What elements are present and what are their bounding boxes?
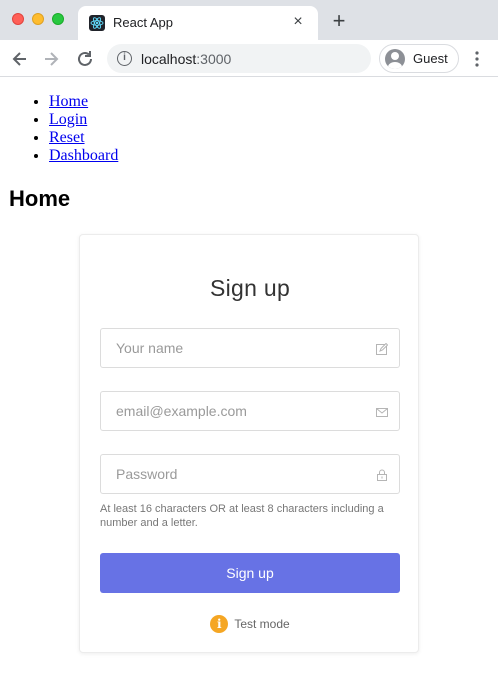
react-logo-icon [89, 15, 105, 31]
info-warning-icon: i [210, 615, 229, 633]
reset-link[interactable]: Reset [49, 129, 85, 146]
tab-title: React App [113, 15, 173, 30]
signup-card: Sign up At least 16 characters OR at lea… [79, 234, 419, 653]
new-tab-button[interactable]: + [328, 10, 350, 32]
test-mode-label: Test mode [234, 617, 290, 631]
reload-icon[interactable] [74, 48, 96, 70]
url-host: localhost [141, 51, 197, 67]
email-field [100, 391, 400, 431]
login-link[interactable]: Login [49, 111, 87, 128]
page-title: Home [9, 186, 71, 211]
edit-icon [376, 342, 389, 355]
maximize-window-button[interactable] [52, 13, 64, 25]
lock-icon [376, 468, 388, 481]
forward-arrow-icon[interactable] [40, 48, 62, 70]
name-field [100, 328, 400, 368]
nav-item-reset: Reset [49, 129, 118, 147]
signup-title: Sign up [209, 275, 291, 301]
tab-close-icon[interactable]: × [288, 12, 308, 32]
site-info-icon[interactable]: i [117, 51, 132, 66]
avatar-icon [385, 49, 405, 69]
home-link[interactable]: Home [49, 93, 88, 110]
nav-links: Home Login Reset Dashboard [49, 93, 118, 165]
signup-button[interactable]: Sign up [100, 553, 400, 593]
password-field [100, 454, 400, 494]
address-bar[interactable]: i localhost:3000 [107, 44, 371, 73]
envelope-icon [376, 405, 388, 417]
minimize-window-button[interactable] [32, 13, 44, 25]
nav-item-dashboard: Dashboard [49, 147, 118, 165]
test-mode-notice: i Test mode [80, 615, 420, 633]
dashboard-link[interactable]: Dashboard [49, 147, 118, 164]
password-hint: At least 16 characters OR at least 8 cha… [100, 503, 384, 529]
name-input[interactable] [101, 329, 366, 367]
url-text: localhost:3000 [141, 51, 231, 67]
back-arrow-icon[interactable] [9, 48, 31, 70]
nav-item-login: Login [49, 111, 118, 129]
profile-label: Guest [413, 51, 448, 66]
browser-tab[interactable]: React App × [78, 6, 318, 40]
nav-item-home: Home [49, 93, 118, 111]
password-input[interactable] [101, 455, 366, 493]
email-input[interactable] [101, 392, 366, 430]
browser-titlebar: React App × + [0, 0, 498, 40]
page-content: Home Login Reset Dashboard Home Sign up … [0, 78, 498, 699]
profile-button[interactable]: Guest [379, 44, 459, 73]
url-port: :3000 [196, 51, 232, 67]
browser-menu-icon[interactable] [470, 48, 484, 70]
close-window-button[interactable] [12, 13, 24, 25]
browser-toolbar: i localhost:3000 Guest [0, 40, 498, 77]
